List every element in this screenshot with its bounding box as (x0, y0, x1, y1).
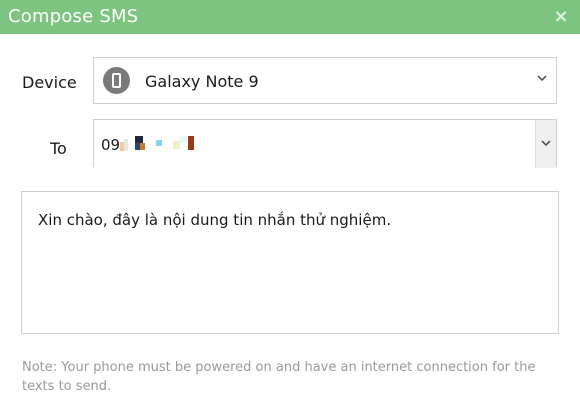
recipient-dropdown-button[interactable] (535, 120, 556, 168)
note-text: Note: Your phone must be powered on and … (22, 360, 536, 394)
recipient-input[interactable]: 09 (93, 119, 557, 168)
message-textarea[interactable]: Xin chào, đây là nội dung tin nhắn thử n… (21, 191, 559, 334)
message-text: Xin chào, đây là nội dung tin nhắn thử n… (38, 211, 392, 229)
close-button[interactable]: × (550, 5, 572, 27)
chevron-down-icon (541, 140, 551, 147)
device-label: Device (22, 73, 77, 92)
to-label: To (50, 139, 67, 158)
recipient-value: 09 (101, 136, 121, 154)
window-title: Compose SMS (8, 6, 139, 27)
phone-icon (103, 67, 130, 94)
device-name: Galaxy Note 9 (145, 72, 259, 91)
chevron-down-icon[interactable] (537, 73, 547, 83)
title-bar: Compose SMS × (0, 0, 580, 34)
device-select[interactable]: Galaxy Note 9 (93, 57, 557, 104)
